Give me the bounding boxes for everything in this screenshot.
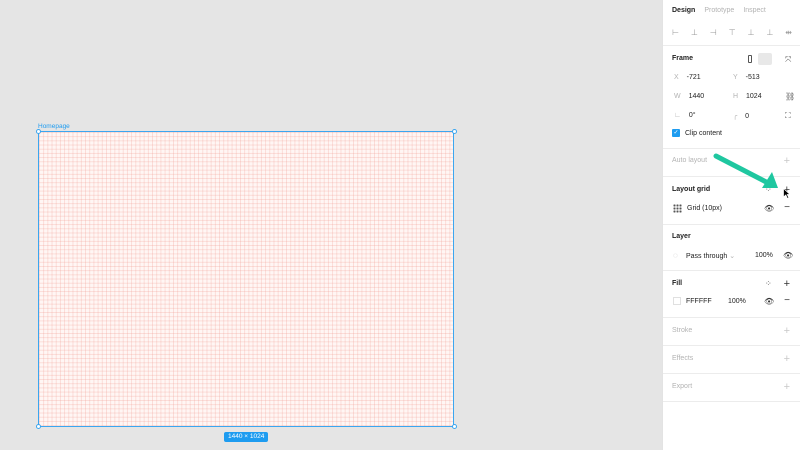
homepage-frame[interactable] <box>38 131 454 427</box>
divider <box>663 401 800 402</box>
tab-design[interactable]: Design <box>672 7 695 14</box>
rotation-icon: ∟ <box>674 112 681 119</box>
auto-layout-title: Auto layout <box>672 157 708 164</box>
resize-handle-bottom-right[interactable] <box>452 424 457 429</box>
add-stroke-icon[interactable]: + <box>784 326 790 337</box>
divider <box>663 224 800 225</box>
add-fill-icon[interactable]: + <box>784 279 790 290</box>
resize-handle-top-left[interactable] <box>36 129 41 134</box>
remove-fill-icon[interactable]: − <box>784 296 790 306</box>
independent-corners-icon[interactable]: ⛶ <box>785 111 791 121</box>
mouse-cursor-icon <box>783 188 791 199</box>
corner-radius-icon: ╭ <box>733 113 738 120</box>
fill-color-swatch[interactable] <box>673 297 681 305</box>
grid-settings-icon[interactable] <box>673 204 682 213</box>
grid-visibility-eye-icon[interactable]: 👁 <box>764 204 774 214</box>
width-value: 1440 <box>688 93 705 100</box>
corner-radius-field[interactable]: ╭ 0 <box>733 112 749 120</box>
fill-opacity-value[interactable]: 100% <box>728 298 746 305</box>
layout-grid-title: Layout grid <box>672 186 711 193</box>
remove-layout-grid-icon[interactable]: − <box>784 203 790 213</box>
width-field[interactable]: W 1440 <box>674 93 704 100</box>
x-label: X <box>674 74 679 81</box>
landscape-orientation-icon[interactable] <box>758 53 772 65</box>
divider <box>663 317 800 318</box>
frame-size-tag: 1440 × 1024 <box>224 432 269 442</box>
fill-hex-value[interactable]: FFFFFF <box>686 298 712 305</box>
portrait-orientation-icon[interactable] <box>748 55 752 63</box>
clip-content-label: Clip content <box>685 130 722 137</box>
add-effect-icon[interactable]: + <box>784 354 790 365</box>
width-label: W <box>674 93 681 100</box>
stroke-title: Stroke <box>672 327 693 334</box>
divider <box>663 345 800 346</box>
layout-grid-item-label: Grid (10px) <box>687 205 723 212</box>
rotation-value: 0° <box>688 112 696 119</box>
constrain-proportions-icon[interactable]: ⛓ <box>785 92 795 102</box>
export-title: Export <box>672 383 693 390</box>
align-top-icon[interactable]: ⊤ <box>729 28 736 37</box>
blend-mode-select[interactable]: Pass through ⌄ <box>686 252 735 260</box>
layer-title: Layer <box>672 233 691 240</box>
fill-title: Fill <box>672 280 683 287</box>
alignment-toolbar: ⊢ ⊥ ⊣ ⊤ ⊥ ⊥ ⇹ <box>672 28 792 37</box>
align-middle-vertical-icon[interactable]: ⊥ <box>748 28 755 37</box>
rotation-field[interactable]: ∟ 0° <box>674 112 696 119</box>
align-center-horizontal-icon[interactable]: ⊥ <box>691 28 698 37</box>
properties-panel: Design Prototype Inspect ⊢ ⊥ ⊣ ⊤ ⊥ ⊥ ⇹ F… <box>662 0 800 450</box>
chevron-down-icon: ⌄ <box>729 253 736 260</box>
x-value: -721 <box>686 74 701 81</box>
resize-handle-bottom-left[interactable] <box>36 424 41 429</box>
y-field[interactable]: Y -513 <box>733 74 760 81</box>
frame-section-title: Frame <box>672 55 694 62</box>
tab-prototype[interactable]: Prototype <box>704 7 734 14</box>
corner-radius-value: 0 <box>745 113 750 120</box>
height-field[interactable]: H 1024 <box>733 93 762 100</box>
align-left-icon[interactable]: ⊢ <box>672 28 679 37</box>
tab-inspect[interactable]: Inspect <box>743 7 766 14</box>
divider <box>663 148 800 149</box>
divider <box>663 373 800 374</box>
blend-mode-icon: ◌ <box>673 251 678 260</box>
distribute-icon[interactable]: ⇹ <box>785 28 792 37</box>
layer-opacity-value[interactable]: 100% <box>755 252 773 259</box>
y-value: -513 <box>745 74 760 81</box>
x-field[interactable]: X -721 <box>674 74 701 81</box>
design-canvas[interactable]: Homepage 1440 × 1024 <box>0 0 662 450</box>
align-right-icon[interactable]: ⊣ <box>710 28 717 37</box>
fill-visibility-eye-icon[interactable]: 👁 <box>764 297 774 307</box>
divider <box>663 270 800 271</box>
resize-to-fit-icon[interactable]: ⤧ <box>785 55 791 65</box>
resize-handle-top-right[interactable] <box>452 129 457 134</box>
effects-title: Effects <box>672 355 694 362</box>
height-value: 1024 <box>746 93 762 100</box>
clip-content-checkbox[interactable]: ✓ <box>672 129 680 137</box>
divider <box>663 45 800 46</box>
layer-visibility-eye-icon[interactable]: 👁 <box>783 251 793 261</box>
align-bottom-icon[interactable]: ⊥ <box>766 28 773 37</box>
add-export-icon[interactable]: + <box>784 382 790 393</box>
fill-styles-icon[interactable]: ⁘ <box>765 279 772 289</box>
blend-mode-value: Pass through <box>686 253 728 260</box>
annotation-arrow-icon <box>713 153 778 188</box>
frame-name-label[interactable]: Homepage <box>38 123 70 130</box>
y-label: Y <box>733 74 738 81</box>
height-label: H <box>733 93 739 100</box>
panel-tabs: Design Prototype Inspect <box>672 7 766 14</box>
